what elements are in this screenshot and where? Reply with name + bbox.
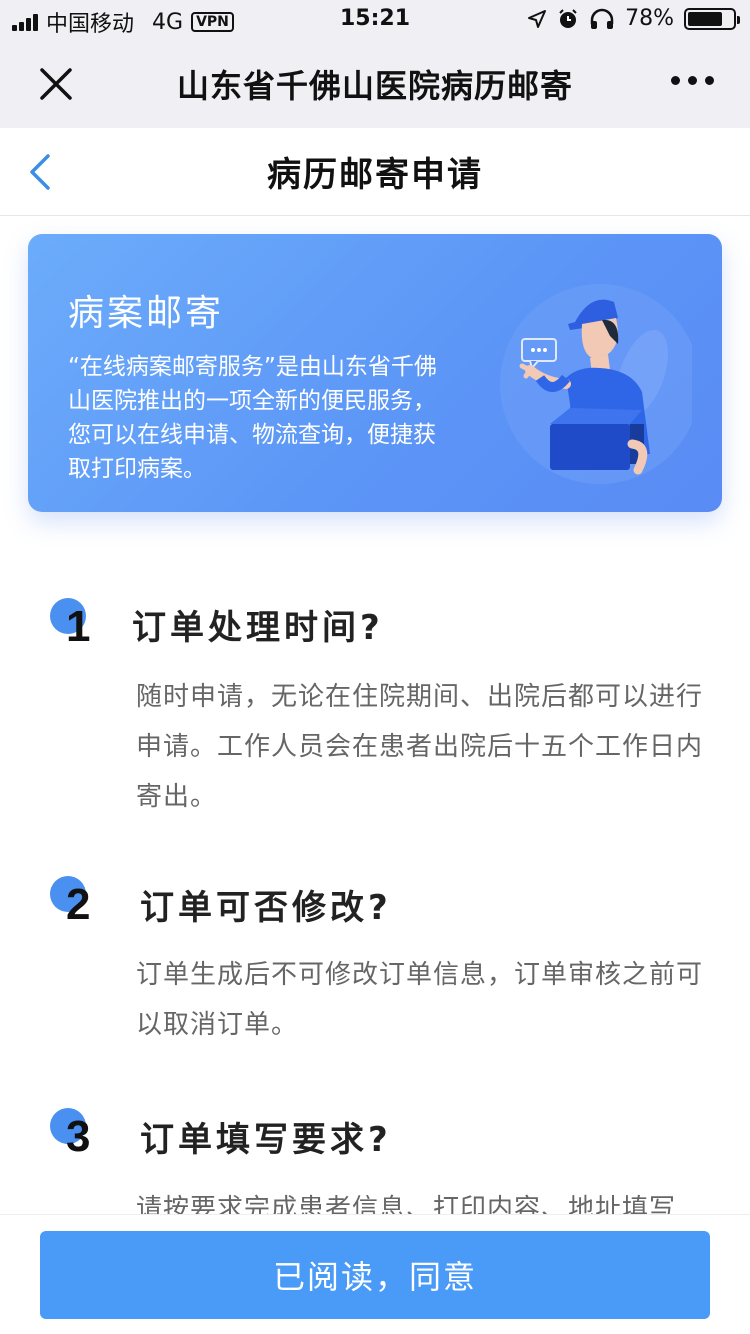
more-dot-icon (688, 76, 697, 85)
faq-number-badge: 3 (50, 1108, 110, 1168)
page-title: 病历邮寄申请 (267, 155, 483, 195)
faq-item-3: 3 订单填写要求? 请按要求完成患者信息、打印内容、地址填写 (0, 1104, 750, 1214)
close-button[interactable] (36, 64, 76, 104)
courier-illustration (500, 284, 692, 484)
battery-icon (684, 7, 740, 30)
webview-title: 山东省千佛山医院病历邮寄 (176, 67, 573, 105)
webview-nav-bar: 山东省千佛山医院病历邮寄 (0, 40, 750, 128)
page-header: 病历邮寄申请 (0, 128, 750, 216)
faq-number: 3 (66, 1112, 91, 1161)
close-icon (40, 68, 72, 100)
battery-percent: 78% (625, 6, 674, 31)
status-right: 78% (527, 6, 740, 31)
faq-number: 1 (66, 602, 91, 651)
faq-number-badge: 1 (50, 598, 110, 658)
banner-title: 病案邮寄 (68, 293, 225, 334)
faq-answer: 随时申请，无论在住院期间、出院后都可以进行申请。工作人员会在患者出院后十五个工作… (136, 682, 704, 812)
more-dot-icon (671, 76, 680, 85)
battery-fill (688, 11, 723, 26)
agree-button[interactable]: 已阅读，同意 (40, 1231, 710, 1319)
headphones-icon (590, 8, 614, 29)
location-arrow-icon (528, 9, 547, 28)
back-button[interactable] (22, 150, 62, 194)
faq-question: 订单可否修改? (140, 888, 392, 928)
bottom-action-bar: 已阅读，同意 (0, 1214, 750, 1334)
more-dot-icon (705, 76, 714, 85)
faq-question: 订单处理时间? (132, 608, 384, 648)
faq-answer: 订单生成后不可修改订单信息，订单审核之前可以取消订单。 (136, 960, 704, 1040)
status-bar: 中国移动 4G VPN 15:21 78% (0, 0, 750, 40)
chevron-left-icon (30, 154, 50, 190)
faq-number: 2 (66, 880, 91, 929)
faq-answer: 请按要求完成患者信息、打印内容、地址填写 (136, 1194, 677, 1214)
banner-description: “在线病案邮寄服务”是由山东省千佛山医院推出的一项全新的便民服务，您可以在线申请… (68, 354, 437, 482)
intro-banner: 病案邮寄 “在线病案邮寄服务”是由山东省千佛山医院推出的一项全新的便民服务，您可… (28, 234, 722, 512)
faq-question: 订单填写要求? (140, 1120, 392, 1160)
alarm-clock-icon (559, 8, 577, 28)
more-menu-button[interactable] (665, 70, 720, 91)
faq-number-badge: 2 (50, 876, 110, 936)
